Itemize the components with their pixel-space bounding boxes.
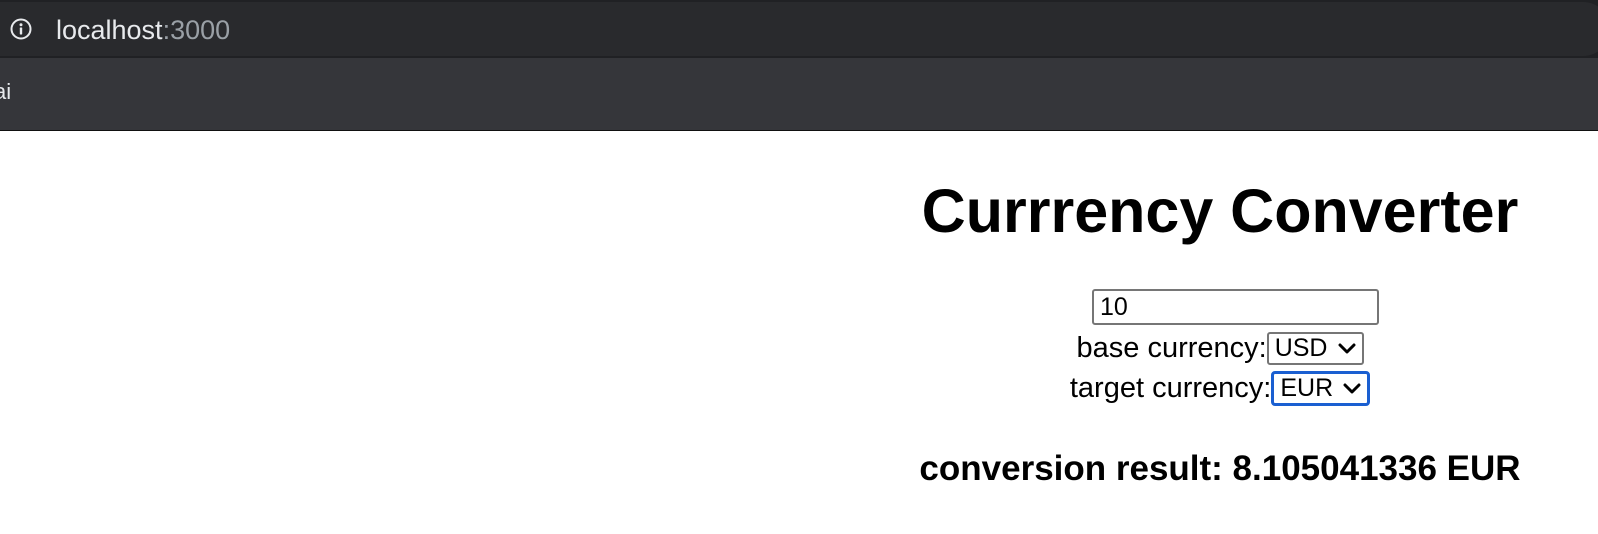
- base-currency-select[interactable]: USD: [1266, 332, 1364, 365]
- base-currency-row: base currency: USD: [900, 332, 1540, 365]
- conversion-result: conversion result: 8.105041336 EUR: [919, 449, 1521, 488]
- target-currency-select[interactable]: EUR: [1271, 371, 1371, 406]
- browser-toolbar: localhost:3000: [0, 0, 1598, 58]
- url-text[interactable]: localhost:3000: [56, 15, 230, 46]
- bookmarks-bar: ai: [0, 58, 1598, 131]
- page-title: Currrency Converter: [921, 177, 1519, 245]
- target-currency-row: target currency: EUR: [900, 371, 1540, 406]
- chevron-down-icon: [1343, 383, 1361, 393]
- page-content: Currrency Converter base currency: USD t…: [0, 131, 1598, 534]
- address-bar[interactable]: localhost:3000: [0, 2, 1598, 56]
- target-currency-value: EUR: [1280, 374, 1334, 402]
- info-icon[interactable]: [10, 18, 32, 40]
- bookmark-item[interactable]: ai: [0, 79, 11, 105]
- url-host: localhost: [56, 15, 163, 45]
- amount-input[interactable]: [1092, 289, 1379, 325]
- target-currency-label: target currency:: [1069, 372, 1272, 404]
- chevron-down-icon: [1338, 343, 1355, 353]
- base-currency-value: USD: [1274, 334, 1328, 362]
- base-currency-label: base currency:: [1076, 332, 1267, 364]
- url-port: :3000: [162, 15, 231, 45]
